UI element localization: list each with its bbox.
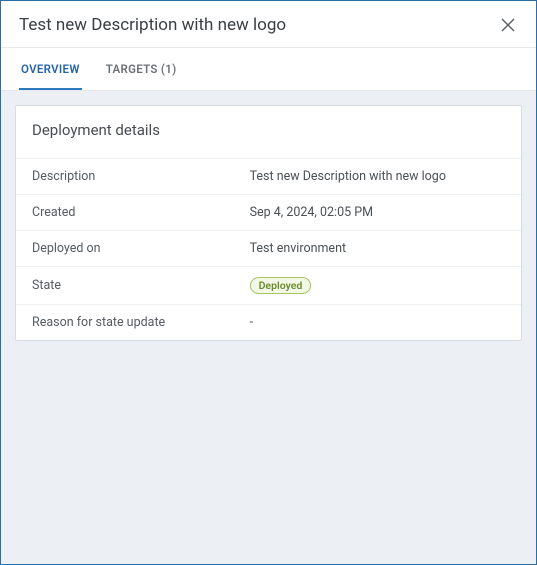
tab-overview[interactable]: OVERVIEW <box>19 48 82 90</box>
row-value: Test new Description with new logo <box>250 169 505 184</box>
deployment-details-card: Deployment details Description Test new … <box>15 105 522 341</box>
row-reason: Reason for state update - <box>16 304 521 340</box>
row-state: State Deployed <box>16 266 521 304</box>
tab-bar: OVERVIEW TARGETS (1) <box>1 48 536 91</box>
row-description: Description Test new Description with ne… <box>16 158 521 194</box>
row-created: Created Sep 4, 2024, 02:05 PM <box>16 194 521 230</box>
row-label: State <box>32 278 250 293</box>
row-value: Deployed <box>250 277 505 294</box>
row-value: Sep 4, 2024, 02:05 PM <box>250 205 505 220</box>
card-title: Deployment details <box>16 106 521 158</box>
close-button[interactable] <box>498 15 518 35</box>
tab-targets[interactable]: TARGETS (1) <box>104 48 179 90</box>
row-label: Deployed on <box>32 241 250 256</box>
row-value: Test environment <box>250 241 505 256</box>
row-label: Reason for state update <box>32 315 250 330</box>
state-badge: Deployed <box>250 277 312 294</box>
dialog-header: Test new Description with new logo <box>1 1 536 48</box>
dialog-title: Test new Description with new logo <box>19 15 286 35</box>
close-icon <box>501 18 515 32</box>
row-value: - <box>250 315 505 330</box>
row-deployed-on: Deployed on Test environment <box>16 230 521 266</box>
content-area: Deployment details Description Test new … <box>1 91 536 564</box>
row-label: Description <box>32 169 250 184</box>
row-label: Created <box>32 205 250 220</box>
